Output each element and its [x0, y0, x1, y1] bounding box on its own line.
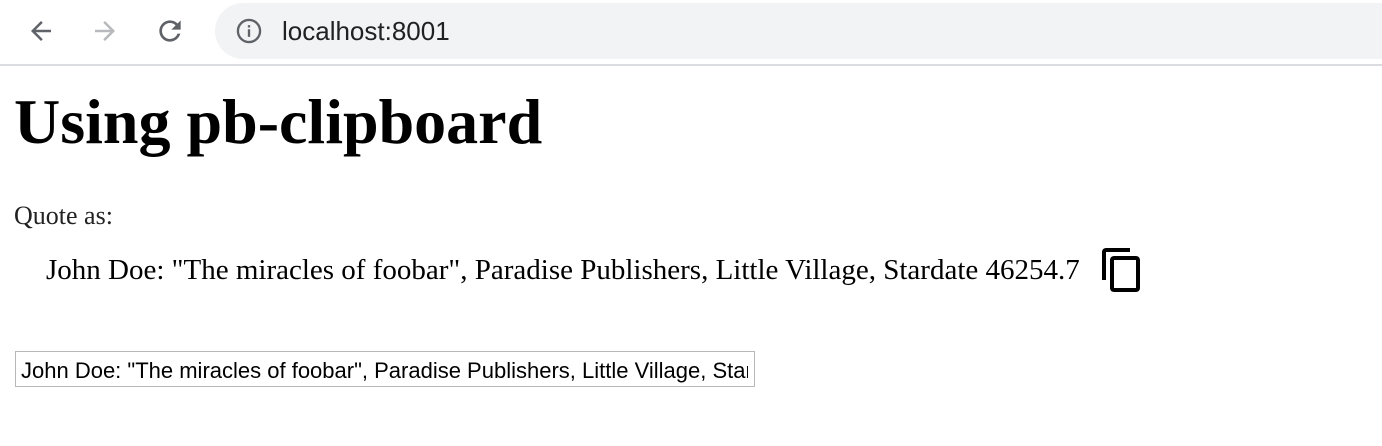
page-title: Using pb-clipboard — [14, 86, 543, 157]
copy-button[interactable] — [1098, 246, 1146, 294]
arrow-left-icon — [31, 21, 51, 41]
citation-input[interactable] — [15, 351, 755, 387]
browser-toolbar: localhost:8001 — [0, 0, 1382, 66]
copy-icon — [1101, 248, 1140, 292]
address-bar[interactable]: localhost:8001 — [215, 3, 1382, 59]
forward-button[interactable] — [85, 11, 125, 51]
reload-button[interactable] — [150, 11, 190, 51]
citation-text: John Doe: "The miracles of foobar", Para… — [46, 254, 1080, 286]
reload-icon — [159, 20, 181, 42]
info-icon[interactable] — [235, 17, 263, 45]
back-button[interactable] — [21, 11, 61, 51]
url-text[interactable]: localhost:8001 — [282, 16, 450, 46]
quote-label: Quote as: — [14, 201, 113, 230]
arrow-right-icon — [95, 21, 115, 41]
citation-row: John Doe: "The miracles of foobar", Para… — [46, 246, 1146, 294]
page-content: Using pb-clipboard Quote as: John Doe: "… — [0, 66, 1382, 446]
